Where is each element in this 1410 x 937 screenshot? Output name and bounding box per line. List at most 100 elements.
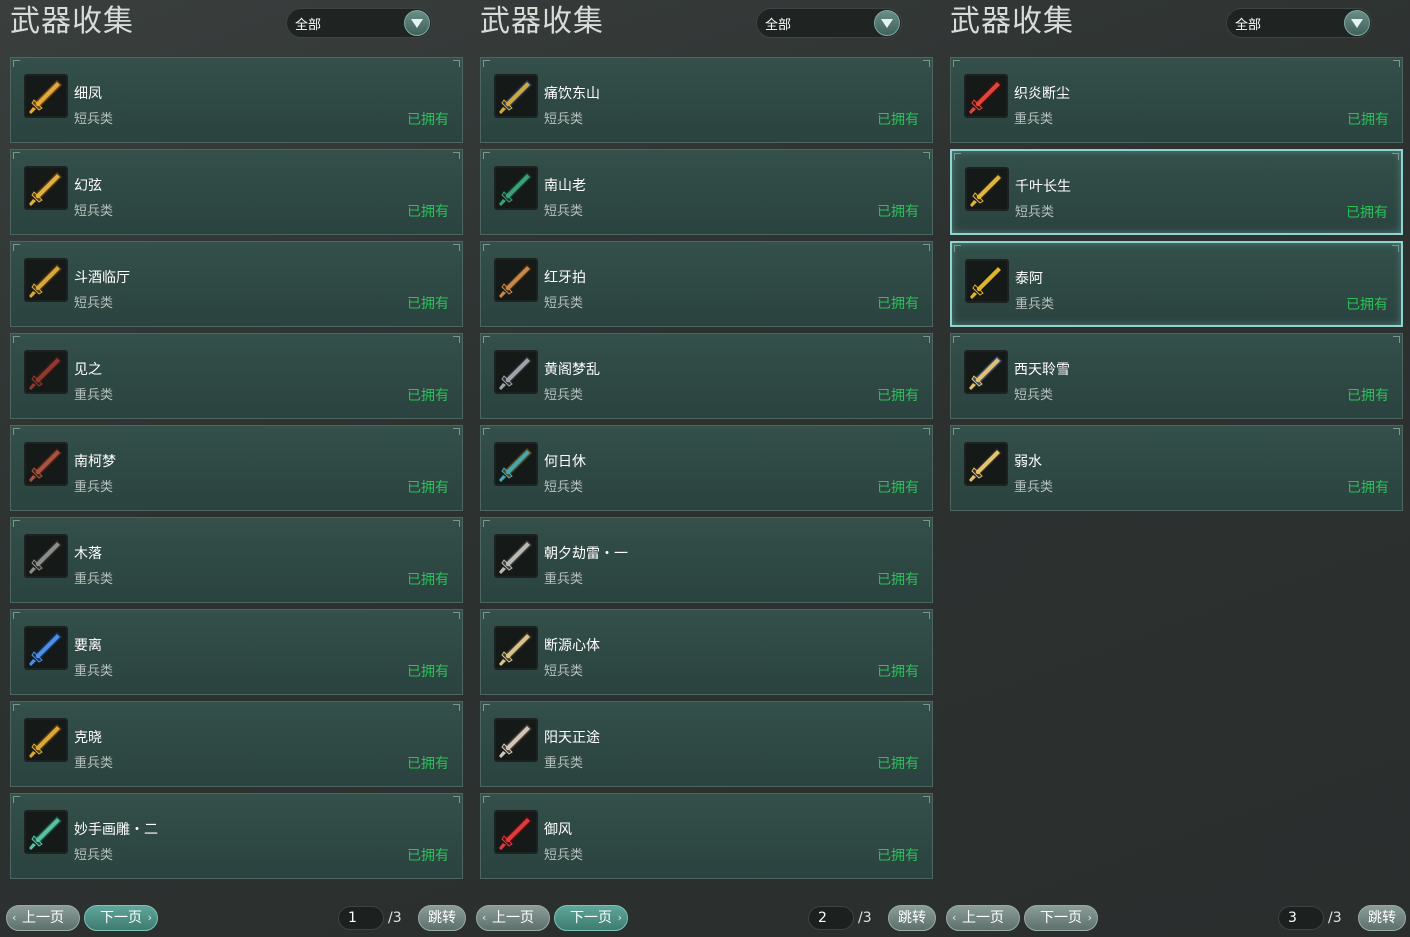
owned-status: 已拥有 xyxy=(407,848,449,864)
prev-page-button[interactable]: ‹ 上一页 xyxy=(6,905,80,931)
chevron-down-icon[interactable] xyxy=(404,10,430,36)
golden-ornate-sword-icon xyxy=(24,166,68,210)
silver-blade-icon xyxy=(494,718,538,762)
weapon-name: 幻弦 xyxy=(74,178,102,194)
owned-status: 已拥有 xyxy=(407,112,449,128)
weapon-card[interactable]: 西天聆雪短兵类 已拥有 xyxy=(950,333,1403,419)
weapon-card[interactable]: 阳天正途 重兵类 已拥有 xyxy=(480,701,933,787)
blue-blade-icon-graphic xyxy=(26,628,66,668)
page-number-input[interactable]: 2 xyxy=(808,906,854,930)
blue-gold-sword-icon xyxy=(494,74,538,118)
red-blade-icon xyxy=(24,350,68,394)
weapon-name: 何日休 xyxy=(544,454,586,470)
weapon-card[interactable]: 断源心体 短兵类 已拥有 xyxy=(480,609,933,695)
weapon-card[interactable]: 何日休 短兵类 已拥有 xyxy=(480,425,933,511)
weapon-type: 短兵类 xyxy=(1015,205,1055,220)
category-filter-dropdown[interactable]: 全部 xyxy=(286,8,432,38)
weapon-name: 见之 xyxy=(74,362,102,378)
owned-status: 已拥有 xyxy=(1347,480,1389,496)
category-filter-dropdown[interactable]: 全部 xyxy=(1226,8,1372,38)
teal-gold-sword-icon-graphic xyxy=(496,444,536,484)
next-page-button[interactable]: 下一页 › xyxy=(84,905,158,931)
weapon-name: 千叶长生 xyxy=(1015,179,1071,195)
pagination: ‹ 上一页 下一页 › 3/3 跳转 xyxy=(940,905,1410,931)
weapon-card[interactable]: 黄阁梦乱 短兵类 已拥有 xyxy=(480,333,933,419)
weapon-type: 短兵类 xyxy=(74,204,114,219)
jade-dagger-icon xyxy=(24,810,68,854)
owned-status: 已拥有 xyxy=(877,664,919,680)
weapon-type: 重兵类 xyxy=(544,756,584,771)
jump-button[interactable]: 跳转 xyxy=(1358,905,1406,931)
owned-status: 已拥有 xyxy=(1346,297,1388,313)
weapon-card[interactable]: 南山老 短兵类 已拥有 xyxy=(480,149,933,235)
weapon-card[interactable]: 见之 重兵类 已拥有 xyxy=(10,333,463,419)
weapon-card[interactable]: 织炎断尘 重兵类 已拥有 xyxy=(950,57,1403,143)
weapon-card[interactable]: 泰阿 重兵类 已拥有 xyxy=(950,241,1403,327)
page-number-input[interactable]: 3 xyxy=(1278,906,1324,930)
weapon-name: 黄阁梦乱 xyxy=(544,362,600,378)
next-page-label: 下一页 xyxy=(100,910,142,926)
gold-edge-blade-icon-graphic xyxy=(966,444,1006,484)
weapon-card[interactable]: 御风 短兵类 已拥有 xyxy=(480,793,933,879)
owned-status: 已拥有 xyxy=(877,848,919,864)
weapon-card[interactable]: 弱水 重兵类 已拥有 xyxy=(950,425,1403,511)
next-page-button[interactable]: 下一页 › xyxy=(1024,905,1098,931)
weapon-card[interactable]: 要离 重兵类 已拥有 xyxy=(10,609,463,695)
next-page-label: 下一页 xyxy=(1040,910,1082,926)
chevron-down-icon[interactable] xyxy=(874,10,900,36)
weapon-type: 短兵类 xyxy=(1014,388,1054,403)
filter-selected-value: 全部 xyxy=(765,18,792,33)
weapon-name: 细凤 xyxy=(74,86,102,102)
owned-status: 已拥有 xyxy=(407,664,449,680)
page-total: /3 xyxy=(1328,910,1342,926)
weapon-name: 痛饮东山 xyxy=(544,86,600,102)
owned-status: 已拥有 xyxy=(1347,388,1389,404)
green-dagger-icon xyxy=(494,166,538,210)
trident-icon xyxy=(964,350,1008,394)
owned-status: 已拥有 xyxy=(407,756,449,772)
weapon-list: 细凤 短兵类 已拥有 幻弦 短兵类 已拥有 斗酒临厅 短兵类 已拥有 见之 重兵类 已拥有 南柯梦 重兵类… xyxy=(10,57,463,885)
panel-title: 武器收集 xyxy=(10,4,134,39)
jump-button[interactable]: 跳转 xyxy=(418,905,466,931)
gold-staff-icon xyxy=(965,167,1009,211)
flame-blade-icon-graphic xyxy=(966,76,1006,116)
weapon-card[interactable]: 妙手画雕・二 短兵类 已拥有 xyxy=(10,793,463,879)
weapon-card[interactable]: 木落 重兵类 已拥有 xyxy=(10,517,463,603)
weapon-type: 重兵类 xyxy=(1014,112,1054,127)
weapon-card[interactable]: 斗酒临厅 短兵类 已拥有 xyxy=(10,241,463,327)
teal-gold-sword-icon xyxy=(494,442,538,486)
weapon-card[interactable]: 幻弦 短兵类 已拥有 xyxy=(10,149,463,235)
bronze-dagger-icon xyxy=(494,258,538,302)
jump-button[interactable]: 跳转 xyxy=(888,905,936,931)
weapon-name: 妙手画雕・二 xyxy=(74,822,158,838)
weapon-list: 织炎断尘 重兵类 已拥有 千叶长生 短兵类 已拥有 泰阿 重兵类 已拥有 西天聆雪 短兵类 已拥有 弱水… xyxy=(950,57,1403,517)
next-page-button[interactable]: 下一页 › xyxy=(554,905,628,931)
weapon-name: 南柯梦 xyxy=(74,454,116,470)
weapon-type: 短兵类 xyxy=(544,480,584,495)
weapon-name: 西天聆雪 xyxy=(1014,362,1070,378)
weapon-name: 泰阿 xyxy=(1015,271,1043,287)
flame-blade-icon xyxy=(964,74,1008,118)
weapon-type: 重兵类 xyxy=(74,664,114,679)
twin-blade-icon xyxy=(494,534,538,578)
chevron-right-icon: › xyxy=(147,911,152,924)
weapon-card[interactable]: 南柯梦 重兵类 已拥有 xyxy=(10,425,463,511)
weapon-name: 织炎断尘 xyxy=(1014,86,1070,102)
weapon-card[interactable]: 红牙拍 短兵类 已拥有 xyxy=(480,241,933,327)
weapon-card[interactable]: 朝夕劫雷・一 重兵类 已拥有 xyxy=(480,517,933,603)
weapon-type: 短兵类 xyxy=(544,848,584,863)
prev-page-button[interactable]: ‹ 上一页 xyxy=(946,905,1020,931)
category-filter-dropdown[interactable]: 全部 xyxy=(756,8,902,38)
crimson-sword-icon xyxy=(494,810,538,854)
prev-page-label: 上一页 xyxy=(962,910,1004,926)
crimson-sword-icon-graphic xyxy=(496,812,536,852)
weapon-card[interactable]: 千叶长生 短兵类 已拥有 xyxy=(950,149,1403,235)
prev-page-button[interactable]: ‹ 上一页 xyxy=(476,905,550,931)
pagination: ‹ 上一页 下一页 › 1/3 跳转 xyxy=(0,905,470,931)
page-number-input[interactable]: 1 xyxy=(338,906,384,930)
weapon-card[interactable]: 细凤 短兵类 已拥有 xyxy=(10,57,463,143)
weapon-type: 短兵类 xyxy=(544,388,584,403)
weapon-card[interactable]: 克晓 重兵类 已拥有 xyxy=(10,701,463,787)
weapon-card[interactable]: 痛饮东山 短兵类 已拥有 xyxy=(480,57,933,143)
chevron-down-icon[interactable] xyxy=(1344,10,1370,36)
